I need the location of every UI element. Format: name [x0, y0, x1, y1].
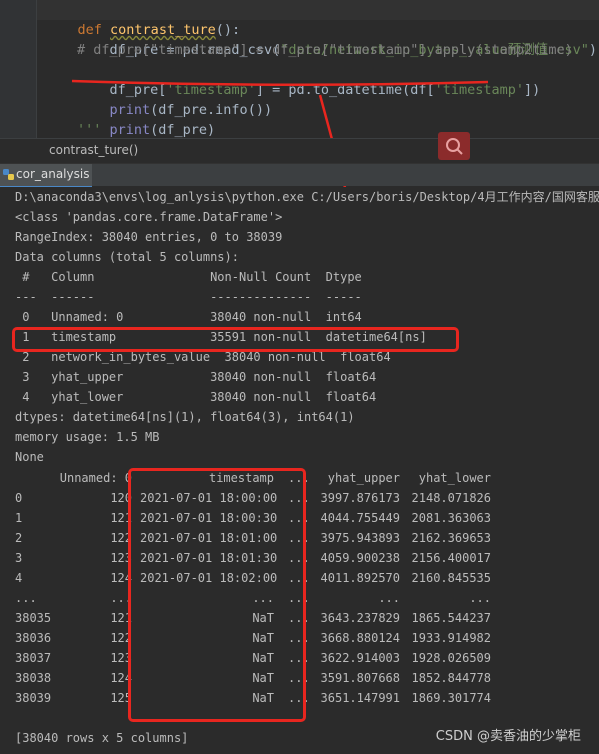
- annotation-box-timestamp-info: [12, 327, 459, 352]
- cell-unnamed: 121: [110, 511, 132, 525]
- cell-unnamed: 124: [110, 671, 132, 685]
- cell-yhat-lower: 1928.026509: [411, 651, 491, 665]
- console-data-columns: Data columns (total 5 columns):: [15, 250, 239, 264]
- breadcrumb[interactable]: contrast_ture(): [49, 143, 138, 157]
- cell-yhat-lower: 2081.363063: [411, 511, 491, 525]
- col-header-unnamed: Unnamed: 0: [59, 471, 132, 485]
- code-line-print-info: print(df_pre.info()): [77, 80, 273, 118]
- cell-yhat-upper: 3651.147991: [320, 691, 400, 705]
- cell-yhat-upper: 3643.237829: [320, 611, 400, 625]
- col-header-yhat-lower: yhat_lower: [418, 471, 491, 485]
- annotation-box-timestamp-column: [128, 468, 306, 722]
- line-gutter[interactable]: [0, 0, 37, 138]
- cell-yhat-lower: 1865.544237: [411, 611, 491, 625]
- none-line: None: [15, 450, 44, 464]
- console-cmd-line: D:\anaconda3\envs\log_anlysis\python.exe…: [15, 190, 599, 204]
- code-line-to-datetime: df_pre['timestamp'] = pd.to_datetime(df[…: [77, 60, 541, 98]
- timestamp-key-string-2: 'timestamp': [434, 82, 525, 98]
- cell-yhat-lower: 2162.369653: [411, 531, 491, 545]
- cell-unnamed: 121: [110, 611, 132, 625]
- console-footer: [38040 rows x 5 columns]: [15, 731, 189, 745]
- breadcrumb-bar: contrast_ture(): [0, 138, 599, 163]
- console-range-index: RangeIndex: 38040 entries, 0 to 38039: [15, 230, 283, 244]
- info-row: 0 Unnamed: 0 38040 non-null int64: [15, 310, 362, 324]
- cell-yhat-upper: 4011.892570: [320, 571, 400, 585]
- info-header: # Column Non-Null Count Dtype: [15, 270, 362, 284]
- cell-yhat-upper: 4059.900238: [320, 551, 400, 565]
- code-line-comment: # df_pre["timestamp"] = df_pre["timestam…: [77, 42, 573, 58]
- cell-yhat-lower: 2160.845535: [411, 571, 491, 585]
- cell-yhat-upper: 3591.807668: [320, 671, 400, 685]
- cell-yhat-lower: 1869.301774: [411, 691, 491, 705]
- cell-yhat-lower: 2148.071826: [411, 491, 491, 505]
- cell-unnamed: 123: [110, 551, 132, 565]
- search-icon: [446, 138, 463, 155]
- cell-unnamed: ...: [110, 591, 132, 605]
- cell-yhat-lower: 1933.914982: [411, 631, 491, 645]
- cell-yhat-upper: ...: [378, 591, 400, 605]
- dtypes-line: dtypes: datetime64[ns](1), float64(3), i…: [15, 410, 355, 424]
- cell-yhat-lower: 2156.400017: [411, 551, 491, 565]
- cell-yhat-upper: 3975.943893: [320, 531, 400, 545]
- code-line-docstring: ''': [77, 122, 102, 136]
- watermark: CSDN @卖香油的少掌柜: [435, 729, 581, 744]
- python-run-icon: [3, 169, 14, 180]
- col-header-yhat-upper: yhat_upper: [327, 471, 400, 485]
- cell-yhat-upper: 3668.880124: [320, 631, 400, 645]
- console-class-line: <class 'pandas.core.frame.DataFrame'>: [15, 210, 283, 224]
- to-datetime-call: ] = pd.to_datetime(df[: [255, 82, 435, 98]
- memory-usage-line: memory usage: 1.5 MB: [15, 430, 160, 444]
- code-line-print-df: print(df_pre): [77, 100, 216, 138]
- cell-unnamed: 125: [110, 691, 132, 705]
- to-datetime-close: ]): [524, 82, 541, 98]
- cell-yhat-upper: 3622.914003: [320, 651, 400, 665]
- info-separator: --- ------ -------------- -----: [15, 290, 362, 304]
- run-tab-label: cor_analysis: [16, 167, 90, 181]
- cell-unnamed: 124: [110, 571, 132, 585]
- read-csv-close: ): [588, 42, 598, 58]
- cell-unnamed: 123: [110, 651, 132, 665]
- tab-cor-analysis[interactable]: cor_analysis: [0, 164, 92, 188]
- cell-yhat-upper: 4044.755449: [320, 511, 400, 525]
- info-row: 3 yhat_upper 38040 non-null float64: [15, 370, 377, 384]
- code-line-read-csv: df_pre = pd.read_csv("data/network_in_by…: [77, 20, 598, 58]
- print-df-args: (df_pre): [150, 122, 216, 138]
- cell-yhat-lower: 1852.844778: [411, 671, 491, 685]
- cell-yhat-lower: ...: [469, 591, 491, 605]
- cell-yhat-upper: 3997.876173: [320, 491, 400, 505]
- print-builtin-2: print: [109, 122, 151, 138]
- code-line-def: def contrast_ture():: [45, 0, 241, 38]
- info-row: 4 yhat_lower 38040 non-null float64: [15, 390, 377, 404]
- cell-unnamed: 122: [110, 531, 132, 545]
- run-tool-window-tabs: cor_analysis: [0, 163, 599, 188]
- cell-unnamed: 122: [110, 631, 132, 645]
- search-button[interactable]: [438, 132, 470, 160]
- cell-unnamed: 120: [110, 491, 132, 505]
- code-editor[interactable]: def contrast_ture(): df_pre = pd.read_cs…: [0, 0, 599, 138]
